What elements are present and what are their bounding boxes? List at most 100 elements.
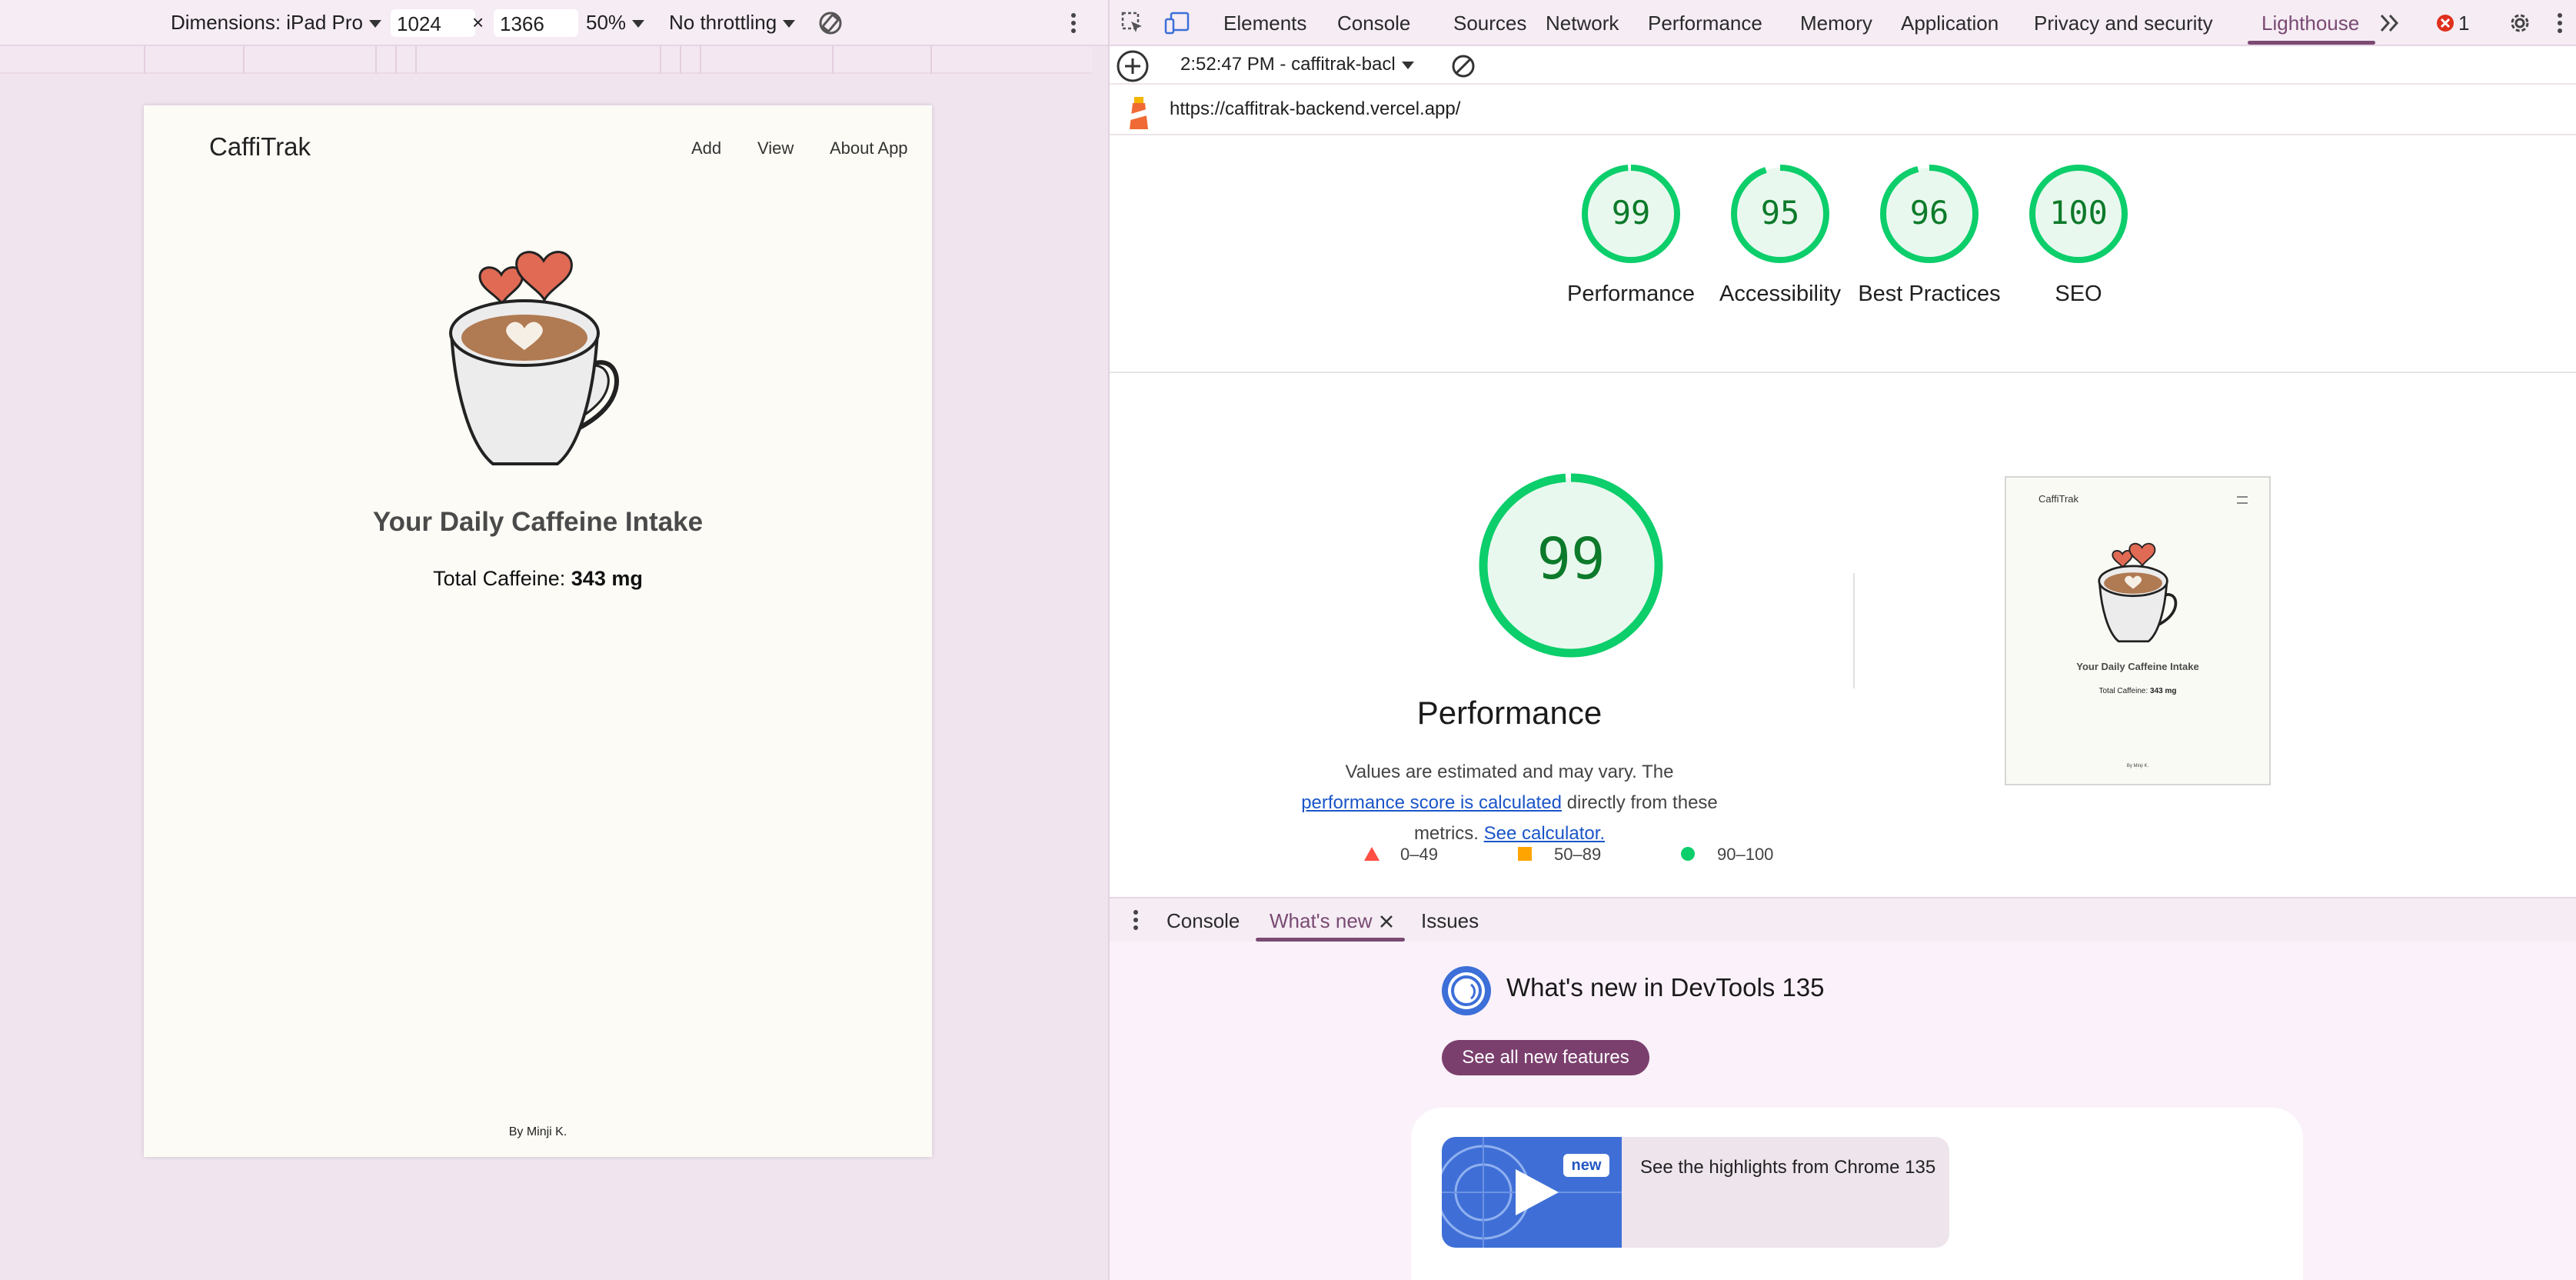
inspect-element-icon[interactable] xyxy=(1120,11,1145,35)
lighthouse-logo-icon xyxy=(1130,97,1148,129)
thumb-total: Total Caffeine: 343 mg xyxy=(2006,687,2269,695)
tab-console[interactable]: Console xyxy=(1337,12,1410,35)
times-sign: × xyxy=(472,11,484,34)
legend-fail: 0–49 xyxy=(1400,845,1438,864)
gauge-score: 100 xyxy=(2049,194,2108,232)
ruler-tick xyxy=(930,46,932,74)
tab-lighthouse[interactable]: Lighthouse xyxy=(2261,12,2359,35)
close-tab-icon[interactable] xyxy=(1379,914,1394,929)
device-toolbar: Dimensions: iPad Pro 1024 × 1366 50% No … xyxy=(0,0,1108,46)
rotate-icon[interactable] xyxy=(817,9,844,37)
gauge-score: 96 xyxy=(1909,194,1949,232)
more-options-icon[interactable] xyxy=(1064,11,1083,35)
more-tabs-icon[interactable] xyxy=(2378,12,2401,34)
thumb-footer: By Minji K. xyxy=(2126,764,2149,768)
gauge-label: Performance xyxy=(1566,282,1695,306)
ruler-tick xyxy=(700,46,701,74)
tab-elements[interactable]: Elements xyxy=(1223,12,1306,35)
gauge-label: Best Practices xyxy=(1858,282,2001,306)
fail-triangle-icon xyxy=(1364,847,1380,861)
ruler-tick xyxy=(144,46,145,74)
dimensions-dropdown[interactable]: Dimensions: iPad Pro xyxy=(171,11,381,35)
tab-performance[interactable]: Performance xyxy=(1648,12,1762,35)
devtools-logo-icon xyxy=(1442,966,1491,1015)
devtools-menu-icon[interactable] xyxy=(2552,11,2568,35)
device-toggle-icon[interactable] xyxy=(1163,11,1191,35)
height-input[interactable]: 1366 xyxy=(494,9,578,37)
tab-application[interactable]: Application xyxy=(1901,12,1999,35)
final-screenshot-thumbnail[interactable]: CaffiTrak Your Daily Caffeine Intake Tot… xyxy=(2005,476,2271,785)
ruler-tick xyxy=(832,46,834,74)
nav-view[interactable]: View xyxy=(757,138,794,158)
clear-reports-icon[interactable] xyxy=(1449,52,1477,80)
gauge-score: 95 xyxy=(1760,194,1800,232)
throttling-dropdown[interactable]: No throttling xyxy=(669,11,796,35)
tab-privacy-security[interactable]: Privacy and security xyxy=(2034,12,2213,35)
lighthouse-url-bar: https://caffitrak-backend.vercel.app/ xyxy=(1110,86,2576,135)
lighthouse-toolbar: 2:52:47 PM - caffitrak-bacl xyxy=(1110,48,2576,85)
nav-about[interactable]: About App xyxy=(830,138,908,158)
average-square-icon xyxy=(1518,847,1532,861)
error-count[interactable]: 1 xyxy=(2458,12,2469,35)
width-input[interactable]: 1024 xyxy=(391,9,475,37)
report-selector[interactable]: 2:52:47 PM - caffitrak-bacl xyxy=(1180,54,1414,75)
desc-text: Values are estimated and may vary. The xyxy=(1345,762,1674,782)
drawer-tab-whats-new[interactable]: What's new xyxy=(1270,909,1373,933)
thumb-heading: Your Daily Caffeine Intake xyxy=(2076,661,2199,672)
ruler-tick xyxy=(243,46,245,74)
performance-title: Performance xyxy=(1416,695,1603,731)
drawer-tab-issues[interactable]: Issues xyxy=(1421,909,1479,933)
total-value: 343 mg xyxy=(571,567,643,590)
tab-memory[interactable]: Memory xyxy=(1800,12,1872,35)
drawer-tabbar: Console What's new Issues xyxy=(1110,897,2576,942)
new-badge: new xyxy=(1563,1154,1609,1177)
ruler-tick xyxy=(395,46,397,74)
device-emulation-pane: Dimensions: iPad Pro 1024 × 1366 50% No … xyxy=(0,0,1108,1280)
site-footer: By Minji K. xyxy=(508,1125,567,1138)
page-heading: Your Daily Caffeine Intake xyxy=(372,507,704,537)
pass-circle-icon xyxy=(1681,847,1695,861)
gauge-score: 99 xyxy=(1611,194,1651,232)
coffee-cup-illustration xyxy=(449,251,619,465)
drawer-tab-console[interactable]: Console xyxy=(1167,909,1240,933)
section-divider xyxy=(1110,372,2576,373)
see-calculator-link[interactable]: See calculator. xyxy=(1484,823,1605,844)
total-caffeine: Total Caffeine: 343 mg xyxy=(144,567,932,591)
zoom-dropdown[interactable]: 50% xyxy=(586,11,645,35)
thumb-logo: CaffiTrak xyxy=(2039,493,2079,505)
thumb-total-value: 343 mg xyxy=(2150,687,2177,695)
audited-url[interactable]: https://caffitrak-backend.vercel.app/ xyxy=(1170,98,1460,120)
ruler-tick xyxy=(660,46,661,74)
thumb-menu-icon xyxy=(2237,496,2248,504)
whats-new-title: What's new in DevTools 135 xyxy=(1506,973,1825,1002)
thumb-total-label: Total Caffeine: xyxy=(2098,687,2148,695)
emulated-page: CaffiTrak Add View About App Your Daily … xyxy=(144,105,932,1157)
media-query-ruler xyxy=(0,46,1092,74)
performance-description: Values are estimated and may vary. The p… xyxy=(1294,757,1725,849)
performance-score-link[interactable]: performance score is calculated xyxy=(1301,792,1562,813)
ruler-tick xyxy=(375,46,377,74)
total-label: Total Caffeine: xyxy=(433,567,566,590)
performance-score-large: 99 xyxy=(1536,526,1606,592)
gauge-label: Accessibility xyxy=(1719,282,1841,306)
legend-average: 50–89 xyxy=(1554,845,1602,864)
nav-add[interactable]: Add xyxy=(691,138,721,158)
devtools-tabbar: Elements Console Sources Network Perform… xyxy=(1110,0,2576,46)
highlights-video[interactable]: new See the highlights from Chrome 135 xyxy=(1442,1137,1949,1248)
settings-gear-icon[interactable] xyxy=(2508,11,2532,35)
tab-network[interactable]: Network xyxy=(1546,12,1619,35)
tab-sources[interactable]: Sources xyxy=(1453,12,1526,35)
see-all-features-button[interactable]: See all new features xyxy=(1442,1040,1649,1075)
gauge-label: SEO xyxy=(2055,282,2102,306)
error-icon[interactable] xyxy=(2435,13,2455,33)
drawer-menu-icon[interactable] xyxy=(1130,908,1142,932)
video-thumbnail: new xyxy=(1442,1137,1622,1248)
site-logo[interactable]: CaffiTrak xyxy=(209,132,311,162)
ruler-tick xyxy=(415,46,417,74)
video-caption: See the highlights from Chrome 135 xyxy=(1640,1157,1936,1178)
active-tab-indicator xyxy=(2248,41,2375,45)
new-report-icon[interactable] xyxy=(1116,49,1150,83)
thumb-cup-illustration xyxy=(2098,542,2178,643)
whats-new-panel: What's new in DevTools 135 See all new f… xyxy=(1110,942,2576,1280)
legend-pass: 90–100 xyxy=(1717,845,1774,864)
